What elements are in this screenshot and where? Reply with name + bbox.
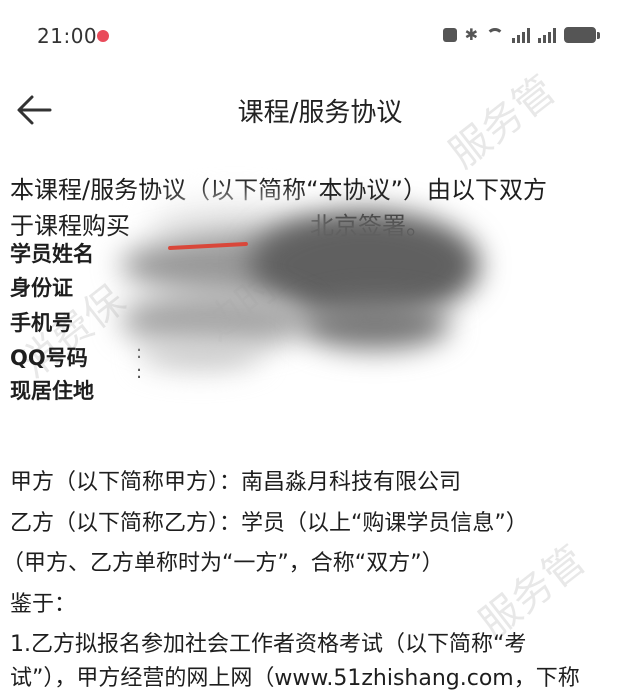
field-colon: : <box>136 362 143 383</box>
field-student-name: 学员姓名 <box>10 242 94 266</box>
party-b: 乙方（以下简称乙方）：学员（以上“购课学员信息”） <box>10 511 528 536</box>
navigation-bar: 课程/服务协议 <box>0 72 640 148</box>
field-id-card: 身份证 <box>10 276 73 300</box>
parties-note: （甲方、乙方单称时为“一方”，合称“双方”） <box>2 551 444 576</box>
signal-icon <box>512 27 530 43</box>
battery-icon <box>564 27 596 43</box>
clause-1-line-1: 1.乙方拟报名参加社会工作者资格考试（以下简称“考 <box>10 632 527 657</box>
status-bar: 21:00 ✱ <box>0 0 640 72</box>
field-qq: QQ号码 <box>10 346 88 370</box>
signal-icon-2 <box>538 27 556 43</box>
status-icons: ✱ <box>442 25 600 44</box>
notification-icon <box>442 28 457 42</box>
field-address: 现居住地 <box>10 379 94 403</box>
field-phone: 手机号 <box>10 311 73 335</box>
bluetooth-icon: ✱ <box>464 25 478 44</box>
whereas: 鉴于： <box>10 592 77 617</box>
page-title: 课程/服务协议 <box>237 98 403 128</box>
wifi-icon <box>486 28 504 42</box>
status-time: 21:00 <box>37 24 98 48</box>
party-a: 甲方（以下简称甲方）：南昌淼月科技有限公司 <box>10 470 462 495</box>
clause-1-line-2: 试”），甲方经营的网上网（www.51zhishang.com，下称 <box>10 666 580 691</box>
intro-line-1: 本课程/服务协议（以下简称“本协议”）由以下双方 <box>10 176 547 204</box>
battery-tip-icon <box>597 31 600 39</box>
intro-line-2a: 于课程购买 <box>10 212 130 240</box>
recording-indicator-icon <box>97 30 109 42</box>
